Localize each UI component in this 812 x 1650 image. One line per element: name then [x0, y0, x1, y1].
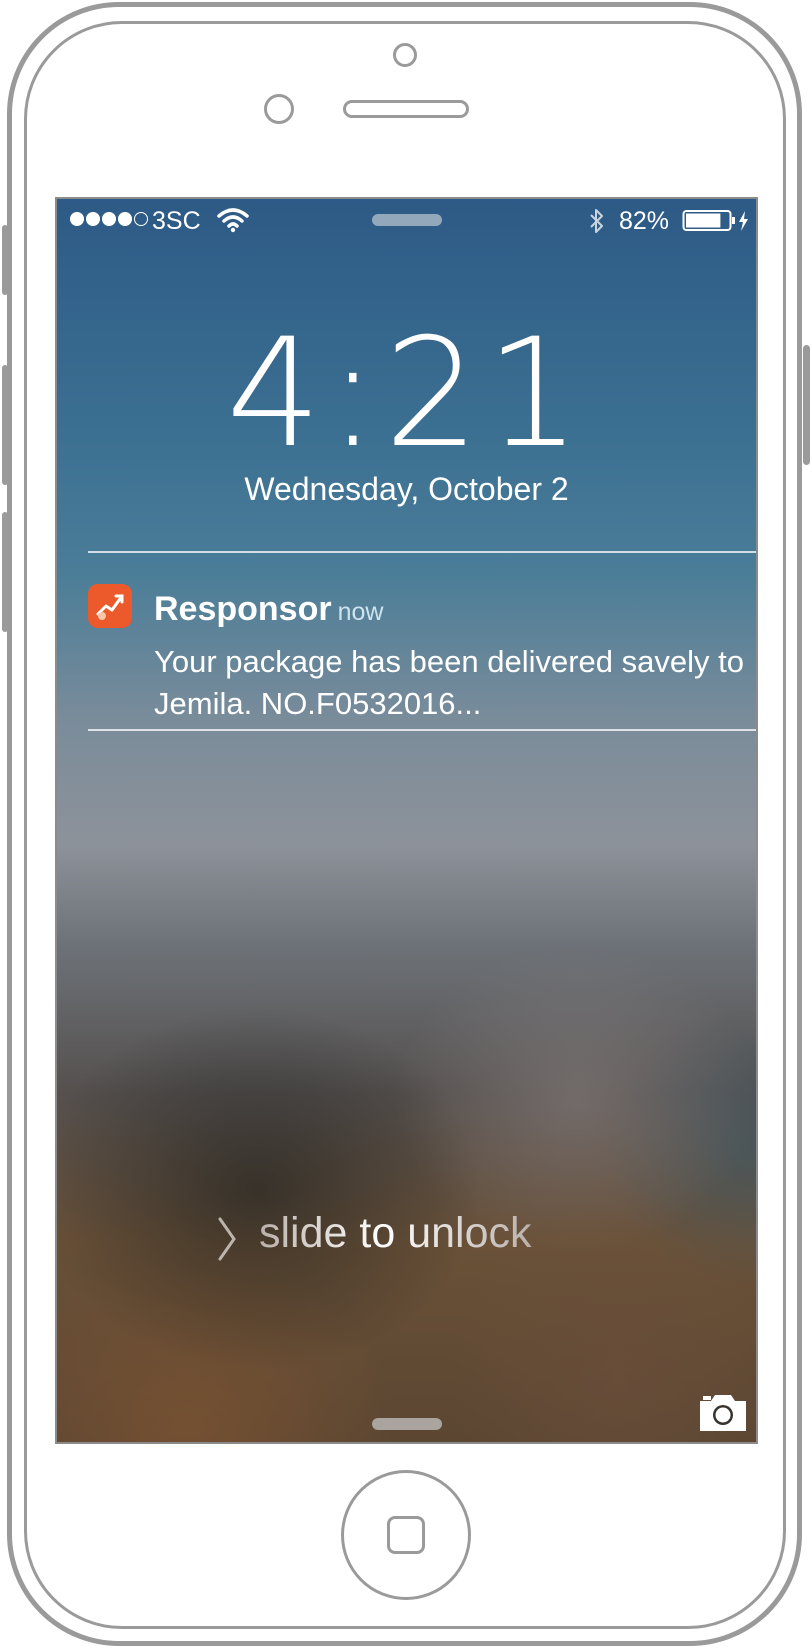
volume-down-button: [2, 512, 8, 632]
home-button[interactable]: [341, 1470, 471, 1600]
proximity-sensor: [264, 94, 294, 124]
charging-bolt-icon: [739, 211, 748, 231]
control-center-grabber[interactable]: [372, 1418, 442, 1430]
home-button-icon: [387, 1516, 425, 1554]
notification-item[interactable]: Responsor now Your package has been deliv…: [88, 564, 744, 744]
notification-center-grabber[interactable]: [372, 214, 442, 226]
lock-date: Wednesday, October 2: [244, 471, 569, 507]
lock-clock: 4:21: [226, 307, 587, 481]
battery-percentage: 82%: [619, 207, 670, 235]
wifi-icon: [217, 208, 249, 233]
app-icon: [88, 584, 132, 628]
mute-switch: [2, 225, 8, 295]
power-button: [803, 345, 810, 465]
volume-up-button: [2, 365, 8, 485]
status-bar: 3SC 82%: [57, 199, 756, 243]
notification-message: Your package has been delivered savely t…: [154, 644, 744, 721]
battery-icon: [682, 210, 748, 231]
notification-divider-bottom: [88, 729, 756, 731]
camera-icon[interactable]: [697, 1391, 749, 1433]
front-camera: [393, 43, 417, 67]
lock-screen: 3SC 82% 4:21 Wednesday, October 2 Respon…: [55, 197, 758, 1444]
carrier-name: 3SC: [152, 207, 201, 235]
signal-strength-icon: [70, 212, 148, 226]
notification-time: now: [337, 598, 384, 626]
earpiece-speaker: [343, 100, 469, 118]
slide-to-unlock-label: slide to unlock: [259, 1209, 532, 1257]
slide-to-unlock[interactable]: slide to unlock: [217, 1209, 617, 1269]
notification-divider-top: [88, 551, 756, 553]
notification-app-name: Responsor now: [154, 590, 384, 628]
bluetooth-icon: [590, 209, 603, 233]
chevron-right-icon: [218, 1217, 236, 1261]
